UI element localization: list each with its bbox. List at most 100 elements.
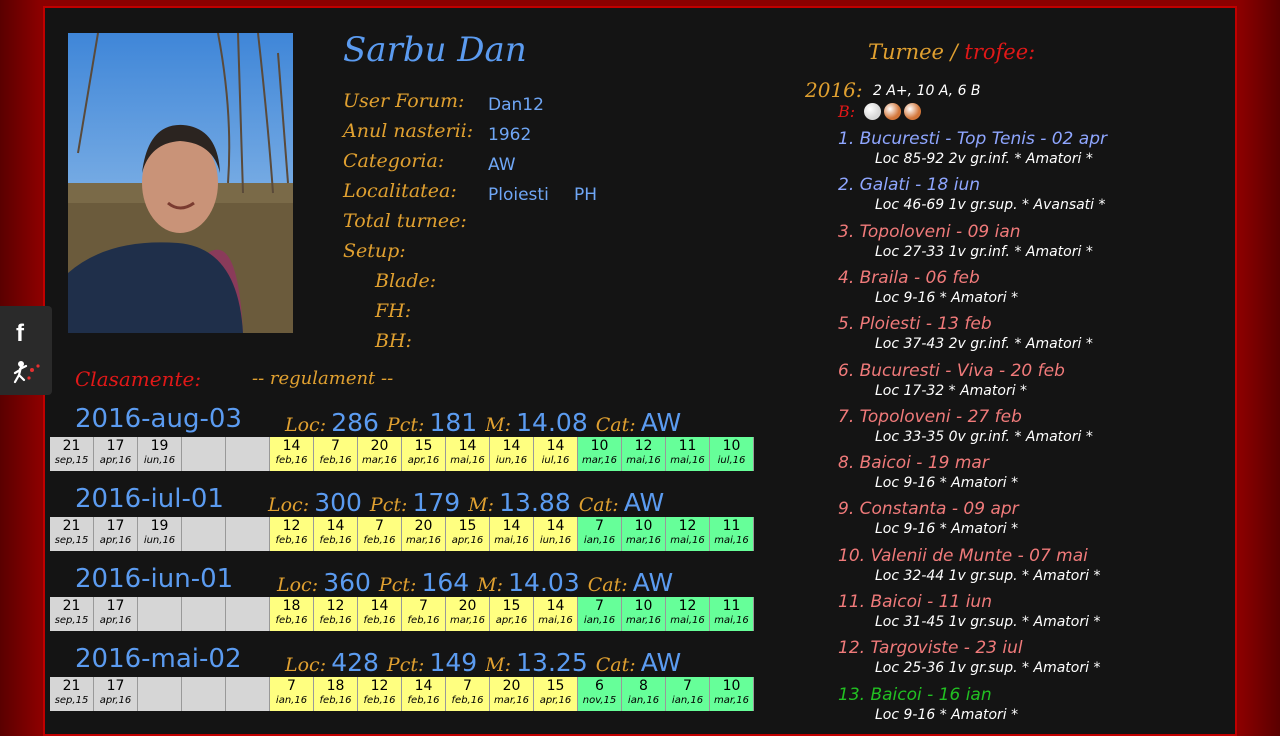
turnee-title-sep: / [943, 40, 965, 64]
facebook-icon[interactable]: f [16, 320, 24, 348]
ranking-cell: 14 feb,16 [270, 437, 314, 471]
tournament-detail: Loc 9-16 * Amatori * [875, 521, 1019, 538]
turnee-year: 2016: [805, 78, 863, 102]
tournament-link[interactable]: 11. Baicoi - 11 iun [838, 592, 992, 612]
ranking-cell: 7 ian,16 [666, 677, 710, 711]
tournament-link[interactable]: 5. Ploiesti - 13 feb [838, 314, 992, 334]
value-judet: PH [574, 185, 598, 205]
ranking-cell-date: iun,16 [143, 455, 176, 466]
clasamente-title: Clasamente: [75, 367, 202, 391]
ranking-cell-date: ian,16 [583, 535, 616, 546]
tournament-detail: Loc 85-92 2v gr.inf. * Amatori * [875, 151, 1093, 167]
tournament-link[interactable]: 4. Braila - 06 feb [838, 268, 980, 288]
ranking-block-header: 2016-iul-01 Loc: 300 Pct: 179 M: 13.88 Cat: … [50, 484, 756, 518]
ranking-cell-place: 11 [678, 438, 697, 454]
ranking-cell-place: 14 [282, 438, 301, 454]
ranking-cell-date: apr,16 [99, 615, 132, 626]
ranking-cell-place: 7 [375, 518, 384, 534]
label-localitatea: Localitatea: [343, 180, 457, 202]
ranking-cell-place: 14 [546, 598, 565, 614]
ranking-cell-date: mai,16 [538, 615, 573, 626]
ranking-cell: 12 mai,16 [666, 517, 710, 551]
tournament-link[interactable]: 3. Topoloveni - 09 ian [838, 222, 1021, 242]
ranking-cell-date: feb,16 [275, 535, 308, 546]
ranking-cell: 7 feb,16 [314, 437, 358, 471]
ranking-cell-date: mar,16 [494, 695, 529, 706]
ranking-cell-date: mar,16 [362, 455, 397, 466]
ranking-cell [182, 517, 226, 551]
ranking-cell-place: 12 [634, 438, 653, 454]
ranking-cell: 21 sep,15 [50, 677, 94, 711]
tournament-detail: Loc 33-35 0v gr.inf. * Amatori * [875, 428, 1093, 445]
stat-value-loc: 300 [314, 488, 362, 517]
ranking-cell-date: iun,16 [143, 535, 176, 546]
ranking-cell-place: 14 [502, 438, 521, 454]
tournament-link[interactable]: 10. Valenii de Munte - 07 mai [838, 546, 1088, 566]
ranking-cell: 12 mai,16 [666, 597, 710, 631]
ranking-cell: 14 iul,16 [534, 437, 578, 471]
stat-label-loc: Loc: [268, 494, 310, 516]
stat-label-cat: Cat: [587, 574, 628, 596]
ranking-cell-date: mai,16 [714, 535, 749, 546]
value-anul-nasterii: 1962 [488, 125, 532, 145]
ranking-cell: 14 feb,16 [314, 517, 358, 551]
tournament-detail: Loc 9-16 * Amatori * [875, 706, 1019, 723]
ranking-cell-place: 19 [150, 438, 169, 454]
ranking-cell [226, 597, 270, 631]
ranking-cell: 7 ian,16 [578, 597, 622, 631]
social-sidebar: f [0, 306, 52, 395]
ranking-block-header: 2016-mai-02 Loc: 428 Pct: 149 M: 13.25 Cat: … [50, 644, 756, 678]
profile-photo [68, 33, 293, 333]
medal-icon [884, 103, 901, 120]
ranking-cell: 19 iun,16 [138, 517, 182, 551]
tournament-link[interactable]: 9. Constanta - 09 apr [838, 499, 1019, 519]
ranking-cell-place: 7 [419, 598, 428, 614]
tournament-link[interactable]: 2. Galati - 18 iun [838, 175, 980, 195]
ranking-cell: 7 feb,16 [358, 517, 402, 551]
stat-value-pct: 164 [421, 568, 470, 597]
ranking-cell-place: 10 [634, 598, 653, 614]
ranking-cell [182, 437, 226, 471]
turnee-title-a: Turnee [868, 40, 944, 64]
stat-value-m: 14.03 [508, 568, 580, 597]
turnee-year-summary: 2 A+, 10 A, 6 B [873, 83, 981, 99]
ranking-cell-place: 6 [595, 678, 604, 694]
stat-label-pct: Pct: [386, 654, 425, 676]
ranking-cell-date: apr,16 [99, 695, 132, 706]
ranking-cell: 14 mai,16 [446, 437, 490, 471]
ranking-cell-place: 17 [106, 598, 125, 614]
regulament-link[interactable]: -- regulament -- [252, 368, 393, 389]
turnee-title: Turnee / trofee: [868, 40, 1035, 64]
ranking-cell-place: 11 [722, 518, 741, 534]
tournament-link[interactable]: 8. Baicoi - 19 mar [838, 453, 989, 473]
ranking-cell [226, 437, 270, 471]
ranking-cell-date: mar,16 [406, 535, 441, 546]
stat-value-loc: 286 [331, 408, 379, 437]
table-tennis-icon[interactable] [12, 358, 42, 388]
tournament-detail: Loc 9-16 * Amatori * [875, 289, 1019, 306]
ranking-cell: 10 mar,16 [622, 597, 666, 631]
label-user-forum: User Forum: [343, 90, 465, 112]
ranking-cell [182, 597, 226, 631]
label-bh: BH: [375, 330, 412, 352]
stat-value-m: 14.08 [516, 408, 588, 437]
ranking-cell: 14 iun,16 [534, 517, 578, 551]
ranking-cell-date: feb,16 [363, 535, 396, 546]
ranking-cell-date: mai,16 [714, 615, 749, 626]
ranking-cell-place: 14 [502, 518, 521, 534]
ranking-cell-place: 10 [722, 678, 741, 694]
tournament-link[interactable]: 12. Targoviste - 23 iul [838, 638, 1023, 658]
ranking-cell-date: feb,16 [407, 695, 440, 706]
ranking-cell-place: 14 [326, 518, 345, 534]
ranking-cell-place: 20 [370, 438, 389, 454]
label-blade: Blade: [375, 270, 437, 292]
label-anul-nasterii: Anul nasterii: [343, 120, 474, 142]
ranking-cell-date: apr,16 [99, 455, 132, 466]
ranking-date: 2016-mai-02 [75, 644, 242, 674]
profile-name: Sarbu Dan [343, 30, 527, 70]
tournament-link[interactable]: 6. Bucuresti - Viva - 20 feb [838, 361, 1065, 381]
tournament-link[interactable]: 1. Bucuresti - Top Tenis - 02 apr [838, 129, 1107, 149]
tournament-link[interactable]: 13. Baicoi - 16 ian [838, 685, 992, 705]
ranking-cell: 11 mai,16 [666, 437, 710, 471]
tournament-link[interactable]: 7. Topoloveni - 27 feb [838, 407, 1022, 427]
